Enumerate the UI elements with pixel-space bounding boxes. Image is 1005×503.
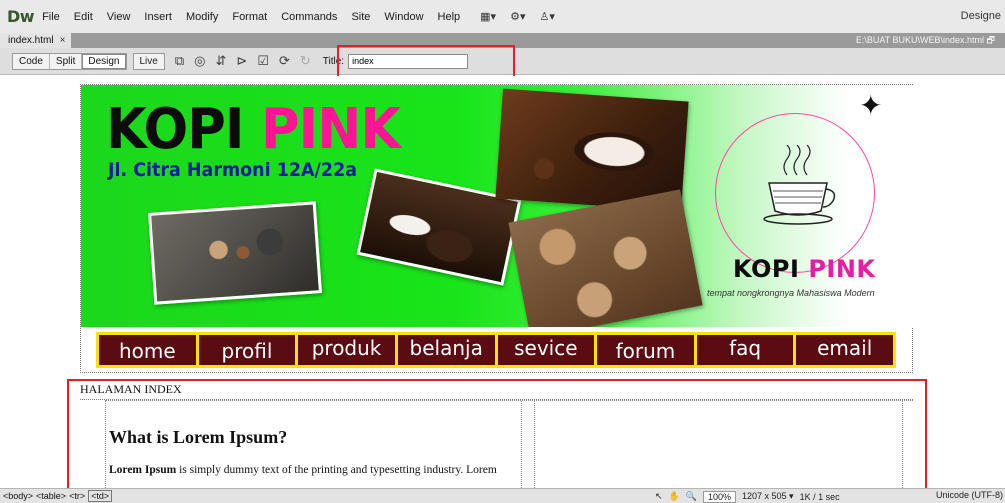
live-view-button[interactable]: Live [132, 52, 165, 70]
nav-row: home profil produk belanja sevice forum … [81, 327, 914, 372]
address: Jl. Citra Harmoni 12A/22a [108, 159, 358, 181]
tagline: tempat nongkrongnya Mahasiswa Modern [707, 288, 875, 298]
nav-forum[interactable]: forum [597, 334, 694, 365]
zoom-tool-icon[interactable]: 🔍 [686, 491, 697, 502]
hand-tool-icon[interactable]: ✋ [669, 491, 680, 502]
validate-icon[interactable]: ☑ [257, 53, 269, 69]
nav-faq[interactable]: faq [696, 334, 794, 365]
status-tools: ↖ ✋ 🔍 100% 1207 x 505 ▾ 1K / 1 sec [655, 489, 840, 503]
menu-insert[interactable]: Insert [144, 11, 172, 23]
menu-help[interactable]: Help [438, 11, 461, 23]
brand-title: KOPI PINK [106, 97, 401, 162]
download-size: 1K / 1 sec [799, 491, 840, 502]
design-view-button[interactable]: Design [82, 53, 126, 69]
coffee-cup-icon [763, 145, 836, 225]
layout-menu-icon[interactable]: ▦▾ [480, 10, 496, 23]
design-view[interactable]: KOPI PINK Jl. Citra Harmoni 12A/22a ✦ KO… [0, 76, 1005, 488]
section-title: HALAMAN INDEX [80, 382, 913, 400]
article-text: is simply dummy text of the printing and… [176, 464, 497, 476]
logo-text: KOPI PINK [733, 255, 876, 283]
nav-profil[interactable]: profil [198, 334, 296, 365]
menu-modify[interactable]: Modify [186, 11, 218, 23]
document-tab[interactable]: index.html × [0, 33, 72, 48]
menu-commands[interactable]: Commands [281, 11, 337, 23]
code-view-button[interactable]: Code [13, 53, 50, 69]
encoding: Unicode (UTF-8) [935, 490, 1003, 500]
tag-td[interactable]: <td> [88, 490, 113, 502]
extend-gear-icon[interactable]: ⚙▾ [510, 10, 525, 23]
tag-body[interactable]: <body> [3, 491, 33, 501]
menu-format[interactable]: Format [232, 11, 267, 23]
brand-kopi: KOPI [106, 97, 245, 162]
column-gap [522, 401, 534, 488]
menu-site[interactable]: Site [351, 11, 370, 23]
nav-email[interactable]: email [796, 334, 893, 365]
sparkle-icon: ✦ [859, 89, 883, 122]
document-tab-label: index.html [8, 35, 54, 46]
preview-browser-icon[interactable]: ◎ [194, 53, 205, 69]
workspace-switcher[interactable]: Designe [961, 10, 1001, 22]
view-mode-group: Code Split Design [12, 52, 127, 70]
logo-pink: PINK [808, 255, 876, 283]
article-cell[interactable]: What is Lorem Ipsum? Lorem Ipsum is simp… [105, 401, 522, 488]
restore-window-icon[interactable]: 🗗 [987, 35, 995, 45]
file-management-icon[interactable]: ⇵ [216, 53, 227, 69]
nav-home[interactable]: home [99, 334, 196, 365]
nav-belanja[interactable]: belanja [397, 334, 495, 365]
site-menu-icon[interactable]: ♙▾ [539, 10, 554, 23]
tag-tr[interactable]: <tr> [69, 491, 85, 501]
article-bold: Lorem Ipsum [109, 464, 177, 476]
zoom-select[interactable]: 100% [702, 490, 737, 503]
visual-aids-icon[interactable]: ⊳ [236, 53, 247, 69]
friends-coffee-photo [147, 201, 323, 305]
logo-kopi: KOPI [733, 255, 800, 283]
refresh-design-icon[interactable]: ⟳ [279, 53, 290, 69]
nav-produk[interactable]: produk [298, 334, 395, 365]
title-highlight-box [337, 45, 515, 78]
status-bar: <body> <table> <tr> <td> ↖ ✋ 🔍 100% 1207… [0, 488, 1005, 503]
window-size[interactable]: 1207 x 505 ▾ [742, 491, 794, 502]
close-tab-icon[interactable]: × [60, 33, 66, 48]
select-tool-icon[interactable]: ↖ [655, 491, 663, 502]
file-path-text: E:\BUAT BUKU\WEB\index.html [855, 35, 985, 45]
article-heading: What is Lorem Ipsum? [109, 427, 288, 447]
tag-table[interactable]: <table> [36, 491, 66, 501]
main-nav: home profil produk belanja sevice forum … [96, 331, 896, 368]
header-banner: KOPI PINK Jl. Citra Harmoni 12A/22a ✦ KO… [81, 85, 914, 327]
file-path: E:\BUAT BUKU\WEB\index.html 🗗 [856, 33, 995, 48]
menu-edit[interactable]: Edit [74, 11, 93, 23]
page-layout-table[interactable]: KOPI PINK Jl. Citra Harmoni 12A/22a ✦ KO… [80, 84, 914, 373]
menu-bar: Dw File Edit View Insert Modify Format C… [0, 0, 1005, 33]
menu-window[interactable]: Window [384, 11, 423, 23]
menu-view[interactable]: View [107, 11, 131, 23]
latte-art-photo [508, 189, 703, 327]
content-area[interactable]: HALAMAN INDEX What is Lorem Ipsum? Lorem… [80, 382, 913, 488]
article-paragraph: Lorem Ipsum is simply dummy text of the … [109, 464, 521, 476]
multiscreen-icon[interactable]: ⧉ [175, 53, 184, 69]
sidebar-cell[interactable] [534, 401, 903, 488]
nav-sevice[interactable]: sevice [497, 334, 595, 365]
split-view-button[interactable]: Split [50, 53, 83, 69]
brand-pink: PINK [260, 97, 401, 162]
menu-file[interactable]: File [42, 11, 60, 23]
dreamweaver-logo: Dw [7, 7, 35, 26]
content-columns: What is Lorem Ipsum? Lorem Ipsum is simp… [105, 400, 913, 488]
refresh-icon[interactable]: ↻ [300, 53, 311, 69]
